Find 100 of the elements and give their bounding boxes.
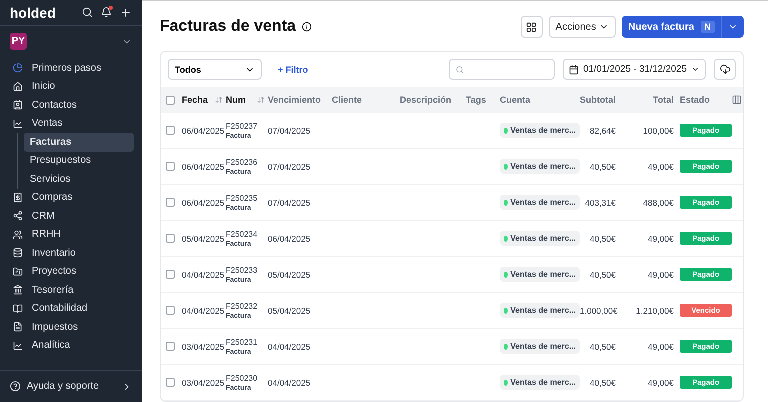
sidebar-subitem[interactable]: Facturas: [24, 133, 134, 152]
account-dot: [504, 236, 508, 242]
calendar-icon: [569, 64, 580, 74]
account-tag: Ventas de merc...: [500, 159, 580, 174]
column-header[interactable]: Vencimiento: [268, 95, 332, 105]
column-header[interactable]: Fecha: [182, 95, 226, 105]
sort-icon[interactable]: [257, 96, 265, 104]
sidebar-item[interactable]: Inicio: [8, 78, 134, 96]
document-icon: [13, 322, 23, 332]
subtotal-cell-text: 40,50€: [589, 342, 617, 352]
filter-select[interactable]: Todos: [168, 59, 262, 80]
line-chart-icon: [13, 118, 23, 129]
sidebar-item[interactable]: Contabilidad: [8, 300, 134, 318]
column-header[interactable]: Estado: [680, 95, 732, 105]
date-cell: 03/04/2025: [182, 342, 226, 352]
brand-logo: holded: [10, 4, 57, 20]
column-header[interactable]: Cuenta: [500, 95, 580, 105]
due-date-cell-text: 04/04/2025: [268, 378, 312, 388]
total-cell-text: 49,00€: [647, 162, 675, 172]
sidebar-item[interactable]: Inventario: [8, 244, 134, 262]
row-checkbox[interactable]: [166, 306, 175, 315]
sidebar-item[interactable]: RRHH: [8, 226, 134, 244]
invoice-number: F250235: [226, 194, 259, 202]
download-button[interactable]: [714, 59, 736, 80]
book-icon: [13, 304, 23, 314]
bell-icon[interactable]: [101, 7, 112, 18]
account-tag: Ventas de merc...: [500, 123, 580, 138]
page-title: Facturas de venta: [160, 18, 296, 36]
account-tag: Ventas de merc...: [500, 231, 580, 246]
invoice-number: F250236: [226, 158, 259, 166]
account-dot: [504, 164, 508, 170]
home-icon: [13, 82, 23, 92]
total-cell-text: 49,00€: [647, 234, 675, 244]
total-cell-text: 49,00€: [647, 342, 675, 352]
line-chart-icon: [13, 340, 23, 351]
invoice-number: F250230: [226, 374, 259, 382]
caret-icon: [691, 65, 700, 74]
sidebar-item[interactable]: Impuestos: [8, 318, 134, 336]
date-cell: 04/04/2025: [182, 270, 226, 280]
sidebar-item[interactable]: CRM: [8, 207, 134, 226]
subtotal-cell-text: 403,31€: [584, 198, 617, 208]
total-cell-text: 488,00€: [642, 198, 675, 208]
sidebar-item[interactable]: Tesorería: [8, 281, 134, 300]
column-header[interactable]: Descripción: [400, 95, 466, 105]
date-cell: 03/04/2025: [182, 378, 226, 388]
date-cell: 06/04/2025: [182, 126, 226, 136]
account-dot: [504, 380, 508, 386]
actions-button[interactable]: Acciones: [548, 16, 616, 38]
sidebar-subitem[interactable]: Servicios: [24, 170, 134, 188]
sidebar-item[interactable]: Primeros pasos: [8, 59, 134, 78]
account-dot: [504, 308, 508, 314]
account-dot: [504, 200, 508, 206]
sidebar-item[interactable]: Compras: [8, 188, 134, 207]
subtotal-cell-text: 40,50€: [589, 270, 617, 280]
layout-button[interactable]: [520, 16, 543, 38]
invoice-number: F250232: [226, 302, 259, 310]
sidebar-item[interactable]: Contactos: [8, 96, 134, 114]
search-field[interactable]: [449, 59, 556, 80]
subtotal-cell-text: 40,50€: [589, 162, 617, 172]
info-icon[interactable]: [302, 22, 312, 32]
column-header[interactable]: Cliente: [332, 95, 400, 105]
row-checkbox[interactable]: [166, 162, 175, 171]
sidebar-item[interactable]: Proyectos: [8, 262, 134, 281]
row-checkbox[interactable]: [166, 234, 175, 243]
total-cell-text: 100,00€: [642, 126, 675, 136]
contact-card-icon: [13, 100, 23, 110]
date-range-picker[interactable]: 01/01/2025 - 31/12/2025: [563, 59, 706, 80]
account-dot: [504, 344, 508, 350]
users-icon: [13, 230, 23, 240]
add-icon[interactable]: [120, 6, 132, 18]
select-all-checkbox[interactable]: [166, 96, 175, 104]
due-date-cell-text: 05/04/2025: [268, 270, 312, 280]
total-cell-text: 49,00€: [647, 378, 675, 388]
row-checkbox[interactable]: [166, 198, 175, 207]
add-filter-link[interactable]: + Filtro: [270, 64, 316, 74]
sidebar-item[interactable]: Analítica: [8, 336, 134, 355]
help-icon: [10, 381, 21, 392]
row-checkbox[interactable]: [166, 342, 175, 351]
account-tag: Ventas de merc...: [500, 303, 580, 318]
sidebar-subitem[interactable]: Presupuestos: [24, 152, 134, 170]
workspace-avatar[interactable]: PY: [10, 33, 27, 50]
column-header[interactable]: Total: [622, 95, 680, 105]
column-header[interactable]: Tags: [466, 95, 500, 105]
sidebar-item[interactable]: Ventas: [8, 114, 134, 133]
date-cell: 06/04/2025: [182, 198, 226, 208]
date-cell: 06/04/2025: [182, 162, 226, 172]
grid-icon: [526, 22, 538, 32]
row-checkbox[interactable]: [166, 270, 175, 279]
date-cell: 04/04/2025: [182, 306, 226, 316]
search-icon: [456, 64, 464, 74]
column-header[interactable]: Subtotal: [580, 95, 622, 105]
total-cell-text: 49,00€: [647, 270, 675, 280]
columns-icon[interactable]: [732, 95, 742, 105]
search-icon[interactable]: [82, 7, 93, 18]
column-header[interactable]: Num: [226, 95, 268, 105]
sort-icon[interactable]: [215, 96, 223, 104]
row-checkbox[interactable]: [166, 126, 175, 135]
account-tag: Ventas de merc...: [500, 195, 580, 210]
row-checkbox[interactable]: [166, 378, 175, 387]
due-date-cell-text: 07/04/2025: [268, 198, 312, 208]
